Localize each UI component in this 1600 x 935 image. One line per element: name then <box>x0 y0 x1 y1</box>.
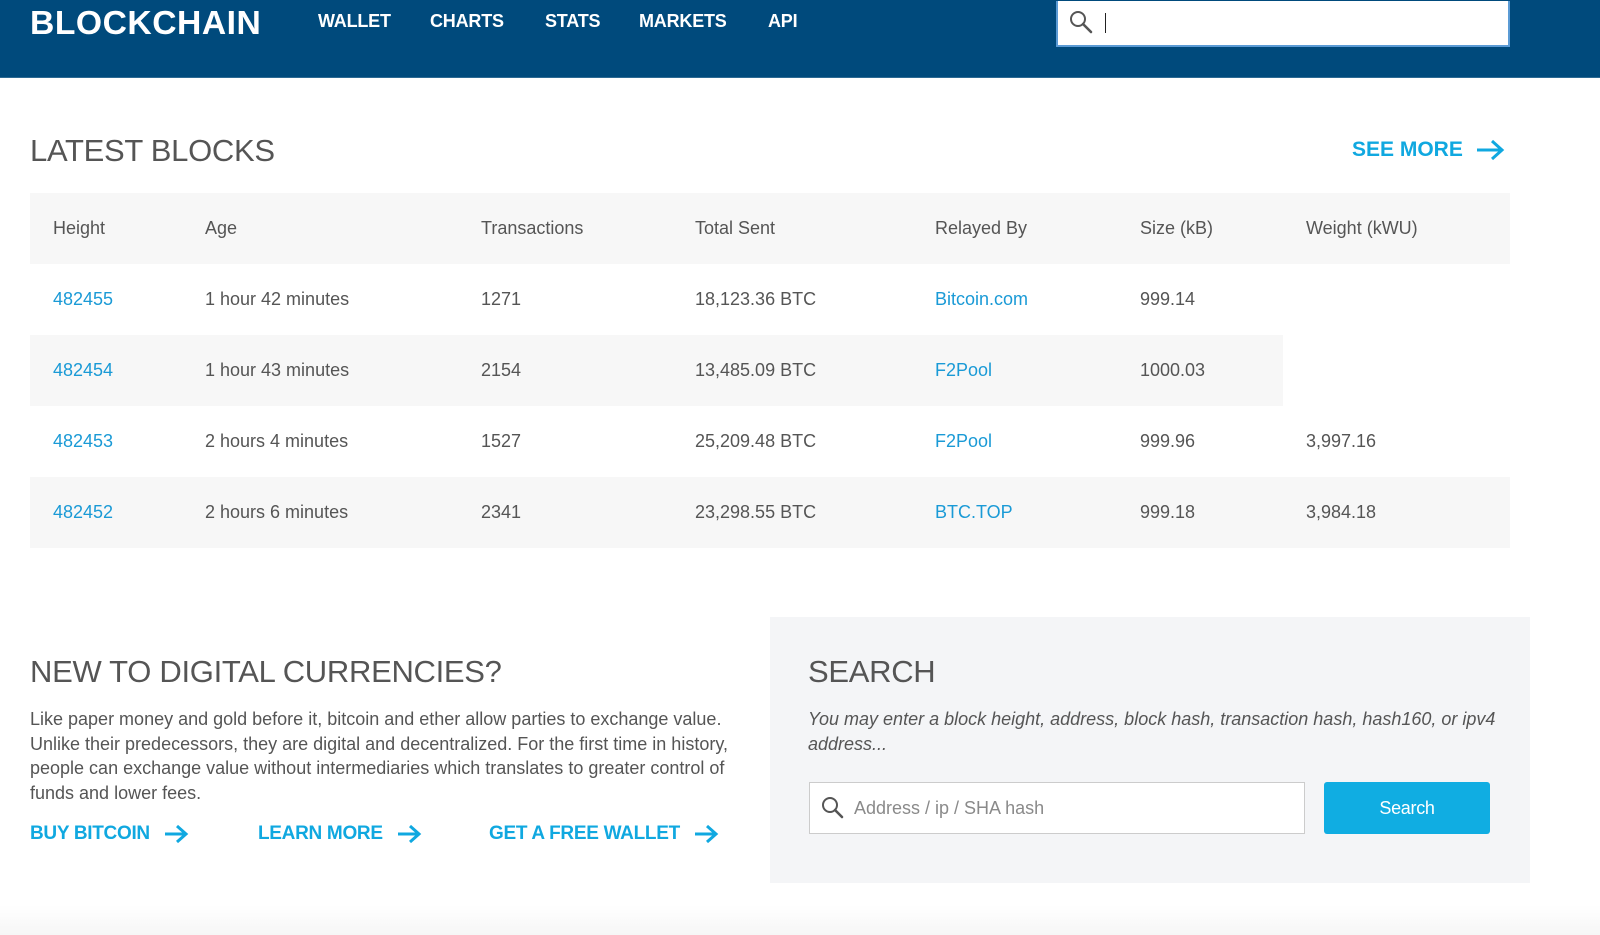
header-search-box[interactable] <box>1056 1 1510 47</box>
block-size: 999.14 <box>1140 289 1196 309</box>
block-transactions: 2154 <box>481 360 522 380</box>
buy-bitcoin-label: BUY BITCOIN <box>30 823 150 844</box>
top-navigation-bar: BLOCKCHAIN WALLET CHARTS STATS MARKETS A… <box>0 0 1600 78</box>
header-search-input[interactable] <box>1102 9 1492 35</box>
column-header-age: Age <box>205 218 238 238</box>
column-header-relayed-by: Relayed By <box>935 218 1028 238</box>
text-cursor <box>1105 13 1106 33</box>
nav-charts[interactable]: CHARTS <box>430 11 504 32</box>
search-field[interactable] <box>809 782 1305 834</box>
block-age: 2 hours 6 minutes <box>205 502 349 522</box>
nav-api[interactable]: API <box>768 11 798 32</box>
table-header-row: Height Age Transactions Total Sent Relay… <box>30 193 1510 264</box>
column-header-weight: Weight (kWU) <box>1306 218 1418 238</box>
search-title: SEARCH <box>808 654 936 689</box>
latest-blocks-title: LATEST BLOCKS <box>30 133 275 168</box>
search-icon <box>820 795 846 826</box>
block-age: 1 hour 43 minutes <box>205 360 350 380</box>
arrow-right-icon <box>1475 139 1505 161</box>
buy-bitcoin-link[interactable]: BUY BITCOIN <box>30 823 189 845</box>
table-row: 482455 1 hour 42 minutes 1271 18,123.36 … <box>30 264 1510 335</box>
block-relayed-by-link[interactable]: F2Pool <box>935 406 992 477</box>
block-relayed-by-link[interactable]: BTC.TOP <box>935 477 1013 548</box>
table-row: 482453 2 hours 4 minutes 1527 25,209.48 … <box>30 406 1510 477</box>
search-button[interactable]: Search <box>1324 782 1490 834</box>
column-header-transactions: Transactions <box>481 218 584 238</box>
blockchain-logo[interactable]: BLOCKCHAIN <box>30 4 261 42</box>
block-total-sent: 25,209.48 BTC <box>695 431 817 451</box>
table-row: 482452 2 hours 6 minutes 2341 23,298.55 … <box>30 477 1510 548</box>
nav-stats[interactable]: STATS <box>545 11 601 32</box>
see-more-label: SEE MORE <box>1352 138 1463 161</box>
table-row: 482454 1 hour 43 minutes 2154 13,485.09 … <box>30 335 1510 406</box>
search-description: You may enter a block height, address, b… <box>808 709 1496 754</box>
see-more-link[interactable]: SEE MORE <box>1352 138 1505 162</box>
column-header-total-sent: Total Sent <box>695 218 776 238</box>
column-header-height: Height <box>53 218 106 238</box>
nav-markets[interactable]: MARKETS <box>639 11 727 32</box>
block-transactions: 1527 <box>481 431 522 451</box>
block-height-link[interactable]: 482455 <box>53 264 113 335</box>
block-age: 2 hours 4 minutes <box>205 431 349 451</box>
column-header-size: Size (kB) <box>1140 218 1214 238</box>
block-age: 1 hour 42 minutes <box>205 289 350 309</box>
block-size: 999.18 <box>1140 502 1196 522</box>
block-height-link[interactable]: 482452 <box>53 477 113 548</box>
intro-title: NEW TO DIGITAL CURRENCIES? <box>30 654 502 689</box>
search-icon <box>1068 9 1094 40</box>
block-total-sent: 18,123.36 BTC <box>695 289 817 309</box>
get-free-wallet-link[interactable]: GET A FREE WALLET <box>489 823 719 845</box>
footer-edge <box>0 905 1600 935</box>
learn-more-label: LEARN MORE <box>258 823 383 844</box>
nav-wallet[interactable]: WALLET <box>318 11 391 32</box>
block-height-link[interactable]: 482454 <box>53 335 113 406</box>
get-free-wallet-label: GET A FREE WALLET <box>489 823 680 844</box>
search-input[interactable] <box>854 795 1294 821</box>
block-transactions: 2341 <box>481 502 522 522</box>
block-weight: 3,997.16 <box>1306 431 1377 451</box>
intro-paragraph: Like paper money and gold before it, bit… <box>30 709 728 803</box>
search-panel: SEARCH You may enter a block height, add… <box>770 617 1530 883</box>
arrow-right-icon <box>396 824 422 844</box>
block-height-link[interactable]: 482453 <box>53 406 113 477</box>
block-size: 1000.03 <box>1140 360 1206 380</box>
block-relayed-by-link[interactable]: F2Pool <box>935 335 992 406</box>
block-transactions: 1271 <box>481 289 522 309</box>
learn-more-link[interactable]: LEARN MORE <box>258 823 422 845</box>
block-relayed-by-link[interactable]: Bitcoin.com <box>935 264 1028 335</box>
latest-blocks-table: Height Age Transactions Total Sent Relay… <box>30 193 1510 548</box>
block-weight: 3,984.18 <box>1306 502 1377 522</box>
arrow-right-icon <box>163 824 189 844</box>
block-total-sent: 13,485.09 BTC <box>695 360 817 380</box>
block-size: 999.96 <box>1140 431 1196 451</box>
arrow-right-icon <box>693 824 719 844</box>
block-total-sent: 23,298.55 BTC <box>695 502 817 522</box>
